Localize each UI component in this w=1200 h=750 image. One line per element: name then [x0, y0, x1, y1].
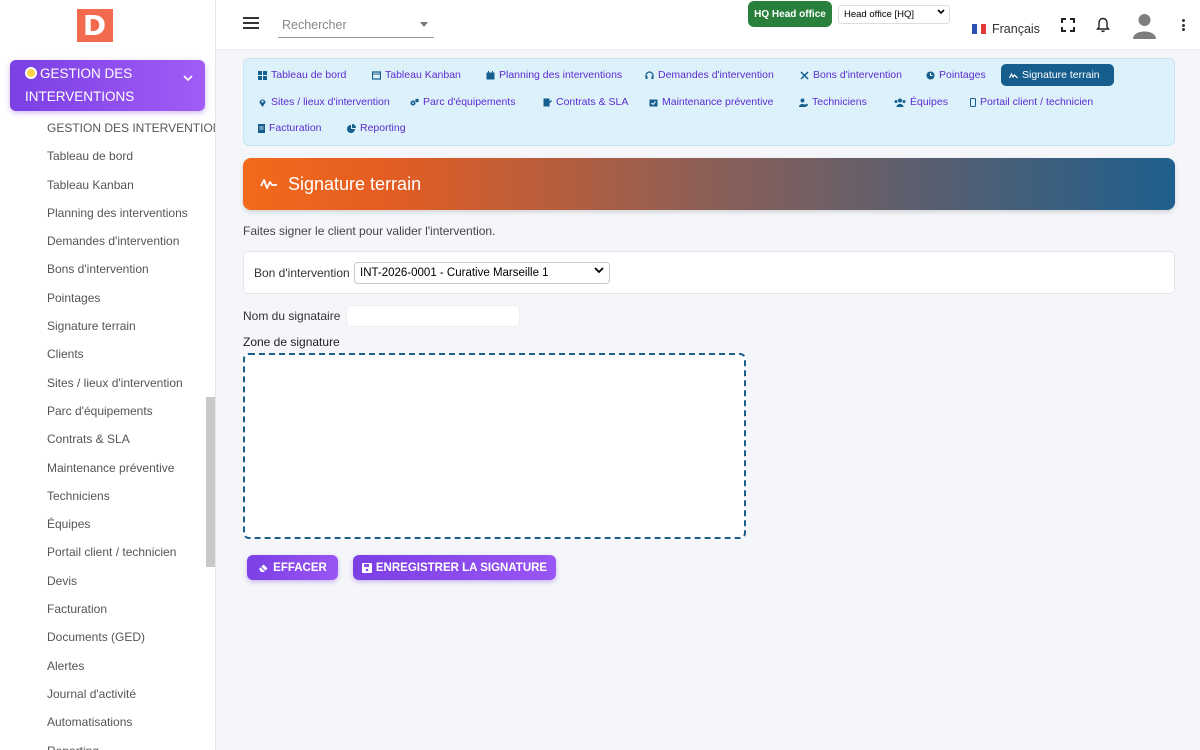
page-title: Signature terrain [288, 173, 422, 194]
sidebar-item-automatisations[interactable]: Automatisations [47, 711, 215, 739]
pie-chart-icon [347, 123, 356, 133]
save-signature-button[interactable]: ENREGISTRER LA SIGNATURE [353, 555, 556, 580]
sidebar-item-portail[interactable]: Portail client / technicien [47, 541, 215, 569]
module-title: GESTION DES INTERVENTIONS [25, 66, 135, 104]
sidebar-item-clients[interactable]: Clients [47, 343, 215, 371]
dashboard-icon [258, 70, 267, 80]
sidebar-item-planning[interactable]: Planning des interventions [47, 202, 215, 230]
map-pin-icon [259, 99, 266, 107]
sidebar: D GESTION DES INTERVENTIONS GESTION DES I… [0, 0, 216, 750]
sidebar-item-journal[interactable]: Journal d'activité [47, 683, 215, 711]
tab-tableau-de-bord[interactable]: Tableau de bord [250, 64, 354, 86]
tools-icon [800, 70, 809, 80]
kanban-icon [372, 70, 381, 80]
signataire-input[interactable] [346, 305, 520, 327]
tab-equipes[interactable]: Équipes [886, 91, 956, 113]
search-dropdown-caret-icon [420, 22, 428, 27]
clear-button[interactable]: EFFACER [247, 555, 338, 580]
signature-icon [1009, 72, 1018, 78]
bell-icon[interactable] [1096, 17, 1110, 33]
tab-contrats-sla[interactable]: Contrats & SLA [535, 91, 636, 113]
module-card-gestion-interventions[interactable]: GESTION DES INTERVENTIONS [10, 60, 205, 111]
sidebar-menu: GESTION DES INTERVENTIONS Tableau de bor… [47, 117, 215, 750]
sidebar-item-equipements[interactable]: Parc d'équipements [47, 400, 215, 428]
top-bar: Rechercher HQ Head office Head office [H… [216, 0, 1200, 50]
sidebar-item-devis[interactable]: Devis [47, 570, 215, 598]
sidebar-item-dashboard[interactable]: Tableau de bord [47, 145, 215, 173]
tab-signature-terrain[interactable]: Signature terrain [1001, 64, 1114, 86]
page-header-banner: Signature terrain [243, 158, 1175, 210]
sidebar-item-section[interactable]: GESTION DES INTERVENTIONS [47, 117, 215, 145]
cogs-icon [410, 98, 419, 105]
user-cog-icon [799, 98, 808, 107]
sidebar-item-techniciens[interactable]: Techniciens [47, 485, 215, 513]
tab-parc-equipements[interactable]: Parc d'équipements [402, 91, 523, 113]
tab-maintenance[interactable]: Maintenance préventive [641, 91, 782, 113]
tab-demandes[interactable]: Demandes d'intervention [637, 64, 782, 86]
sidebar-item-demandes[interactable]: Demandes d'intervention [47, 230, 215, 258]
logo-area: D [0, 0, 215, 50]
language-label: Français [992, 22, 1040, 36]
sidebar-item-documents[interactable]: Documents (GED) [47, 626, 215, 654]
signature-pad[interactable] [243, 353, 746, 539]
invoice-icon [258, 123, 265, 133]
fullscreen-icon[interactable] [1061, 18, 1075, 32]
company-select[interactable]: Head office [HQ] [838, 5, 950, 24]
hq-badge-button[interactable]: HQ Head office [748, 1, 832, 27]
tab-sites[interactable]: Sites / lieux d'intervention [250, 91, 398, 113]
calendar-check-icon [649, 99, 658, 106]
tab-portail[interactable]: Portail client / technicien [962, 91, 1101, 113]
sidebar-item-signature[interactable]: Signature terrain [47, 315, 215, 343]
language-switcher[interactable]: Français [972, 22, 1040, 36]
tab-facturation[interactable]: Facturation [250, 117, 330, 139]
save-icon [361, 562, 372, 573]
page-subtitle: Faites signer le client pour valider l'i… [243, 224, 496, 238]
tab-pointages[interactable]: Pointages [918, 64, 994, 86]
search-input[interactable]: Rechercher [278, 14, 434, 38]
bon-intervention-card: Bon d'intervention INT-2026-0001 - Curat… [243, 251, 1175, 294]
menu-toggle-icon[interactable] [243, 17, 259, 32]
chevron-down-icon [594, 267, 604, 274]
headset-icon [645, 70, 654, 79]
sidebar-item-reporting[interactable]: Reporting [47, 740, 215, 750]
eraser-icon [259, 564, 268, 572]
more-options-icon[interactable] [1182, 19, 1185, 33]
tab-reporting[interactable]: Reporting [339, 117, 414, 139]
tab-techniciens[interactable]: Techniciens [791, 91, 875, 113]
user-avatar[interactable] [1132, 12, 1157, 39]
bon-intervention-label: Bon d'intervention [254, 266, 350, 280]
tab-bons[interactable]: Bons d'intervention [792, 64, 910, 86]
app-logo[interactable]: D [76, 8, 113, 42]
chevron-down-icon[interactable] [183, 75, 193, 82]
bon-intervention-select[interactable]: INT-2026-0001 - Curative Marseille 1 [354, 262, 610, 284]
sidebar-item-facturation[interactable]: Facturation [47, 598, 215, 626]
sidebar-item-bons[interactable]: Bons d'intervention [47, 258, 215, 286]
sidebar-item-equipes[interactable]: Équipes [47, 513, 215, 541]
sidebar-item-kanban[interactable]: Tableau Kanban [47, 174, 215, 202]
signature-zone-label: Zone de signature [243, 335, 340, 349]
users-icon [894, 98, 906, 107]
calendar-icon [486, 70, 495, 79]
tab-planning[interactable]: Planning des interventions [478, 64, 630, 86]
chevron-down-icon [937, 9, 945, 15]
sidebar-scrollbar[interactable] [206, 397, 215, 567]
sidebar-item-pointages[interactable]: Pointages [47, 287, 215, 315]
clock-icon [926, 71, 935, 79]
gear-icon [25, 67, 37, 79]
signature-icon [260, 179, 277, 189]
tab-tableau-kanban[interactable]: Tableau Kanban [364, 64, 469, 86]
sidebar-item-sites[interactable]: Sites / lieux d'intervention [47, 372, 215, 400]
contract-icon [543, 98, 552, 106]
sidebar-item-maintenance[interactable]: Maintenance préventive [47, 457, 215, 485]
france-flag-icon [972, 24, 987, 34]
signataire-label: Nom du signataire [243, 309, 341, 323]
module-tabs: Tableau de bord Tableau Kanban Planning … [243, 58, 1175, 146]
sidebar-item-alertes[interactable]: Alertes [47, 655, 215, 683]
mobile-icon [970, 97, 976, 107]
sidebar-item-contrats[interactable]: Contrats & SLA [47, 428, 215, 456]
